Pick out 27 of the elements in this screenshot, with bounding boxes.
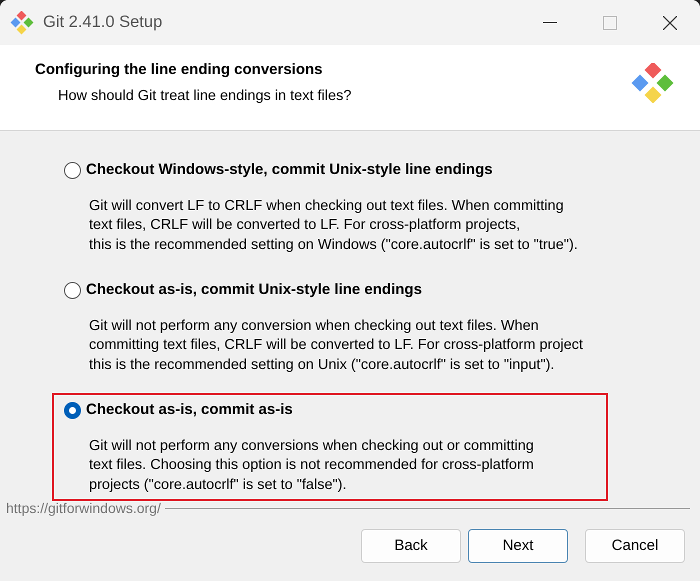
option-description: text files. Choosing this option is not recommended for cross-platform [89, 456, 534, 475]
option-description: text files, CRLF will be converted to LF. For cross-platform projects, [89, 216, 520, 235]
window-title: Git 2.41.0 Setup [43, 12, 162, 34]
option-description: Git will not perform any conversion when checking out text files. When [89, 316, 539, 336]
app-logo-icon [10, 10, 34, 34]
option-description: committing text files, CRLF will be converted to LF. For cross-platform project [89, 336, 583, 355]
option-description: this is the recommended setting on Unix ("core.autocrlf" is set to "input"). [89, 356, 554, 374]
dialog-button[interactable]: Cancel [585, 529, 685, 563]
radio-button[interactable] [64, 282, 81, 299]
website-link[interactable]: https://gitforwindows.org/ [6, 498, 161, 519]
maximize-icon [603, 16, 617, 30]
page-subtitle: How should Git treat line endings in text files? [58, 86, 352, 106]
radio-button[interactable] [64, 162, 81, 179]
option-description: Git will not perform any conversions when checking out or committing [89, 436, 534, 456]
option-label[interactable]: Checkout as-is, commit Unix-style line endings [86, 279, 422, 302]
radio-button[interactable] [64, 402, 81, 419]
page-title: Configuring the line ending conversions [35, 60, 324, 80]
minimize-icon[interactable] [543, 22, 557, 24]
option-description: projects ("core.autocrlf" is set to "false"). [89, 476, 347, 494]
dialog-button[interactable]: Back [361, 529, 461, 563]
dialog-button[interactable]: Next [468, 529, 568, 563]
option-label[interactable]: Checkout Windows-style, commit Unix-style line endings [86, 159, 493, 182]
option-label[interactable]: Checkout as-is, commit as-is [86, 399, 293, 422]
option-description: this is the recommended setting on Windows ("core.autocrlf" is set to "true"). [89, 236, 578, 254]
option-description: Git will convert LF to CRLF when checking out text files. When committing [89, 196, 564, 216]
git-logo-icon [630, 63, 674, 103]
close-icon[interactable] [663, 16, 677, 30]
